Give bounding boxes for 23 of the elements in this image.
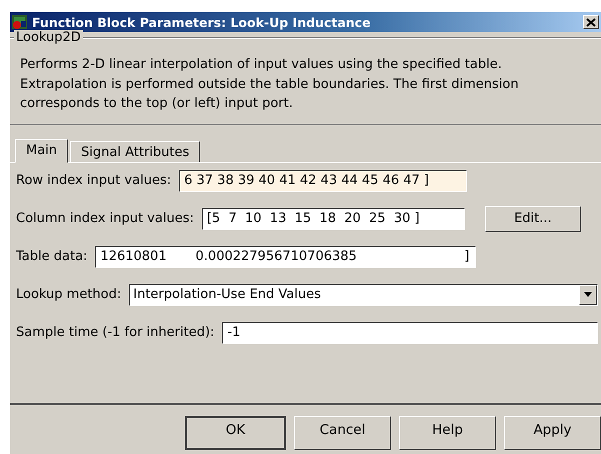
input-field[interactable]: 12610801 0.000227956710706385 ]: [95, 246, 476, 268]
dropdown-arrow-icon: [584, 292, 592, 297]
close-button[interactable]: [583, 15, 599, 29]
dialog-button[interactable]: Help: [399, 416, 496, 450]
dropdown[interactable]: Interpolation-Use End Values: [129, 284, 598, 306]
input-field[interactable]: 6 37 38 39 40 41 42 43 44 45 46 47 ]: [179, 170, 468, 192]
dialog-button[interactable]: Cancel: [294, 416, 391, 450]
tab[interactable]: Main: [15, 138, 68, 162]
field-label: Sample time (-1 for inherited):: [16, 325, 214, 340]
dialog-button[interactable]: OK: [185, 416, 286, 450]
dialog-button[interactable]: Apply: [504, 416, 601, 450]
field-label: Column index input values:: [16, 211, 194, 226]
description: Performs 2-D linear interpolation of input values using the specified table. Extrapolation is performed outside the table boundaries. The first dimension corresponds to the top (or left) input port.: [20, 56, 520, 113]
group-title: Lookup2D: [14, 30, 83, 45]
app-icon: [12, 14, 28, 30]
field-label: Row index input values:: [16, 173, 172, 188]
input-field[interactable]: -1: [222, 322, 598, 344]
field-label: Lookup method:: [16, 287, 122, 302]
input-field[interactable]: [5 7 10 13 15 18 20 25 30 ]: [202, 208, 465, 230]
field-label: Table data:: [16, 249, 88, 264]
edit-button[interactable]: Edit...: [484, 206, 581, 232]
window-title: Function Block Parameters: Look-Up Inductance: [32, 14, 372, 30]
tab[interactable]: Signal Attributes: [70, 140, 200, 162]
